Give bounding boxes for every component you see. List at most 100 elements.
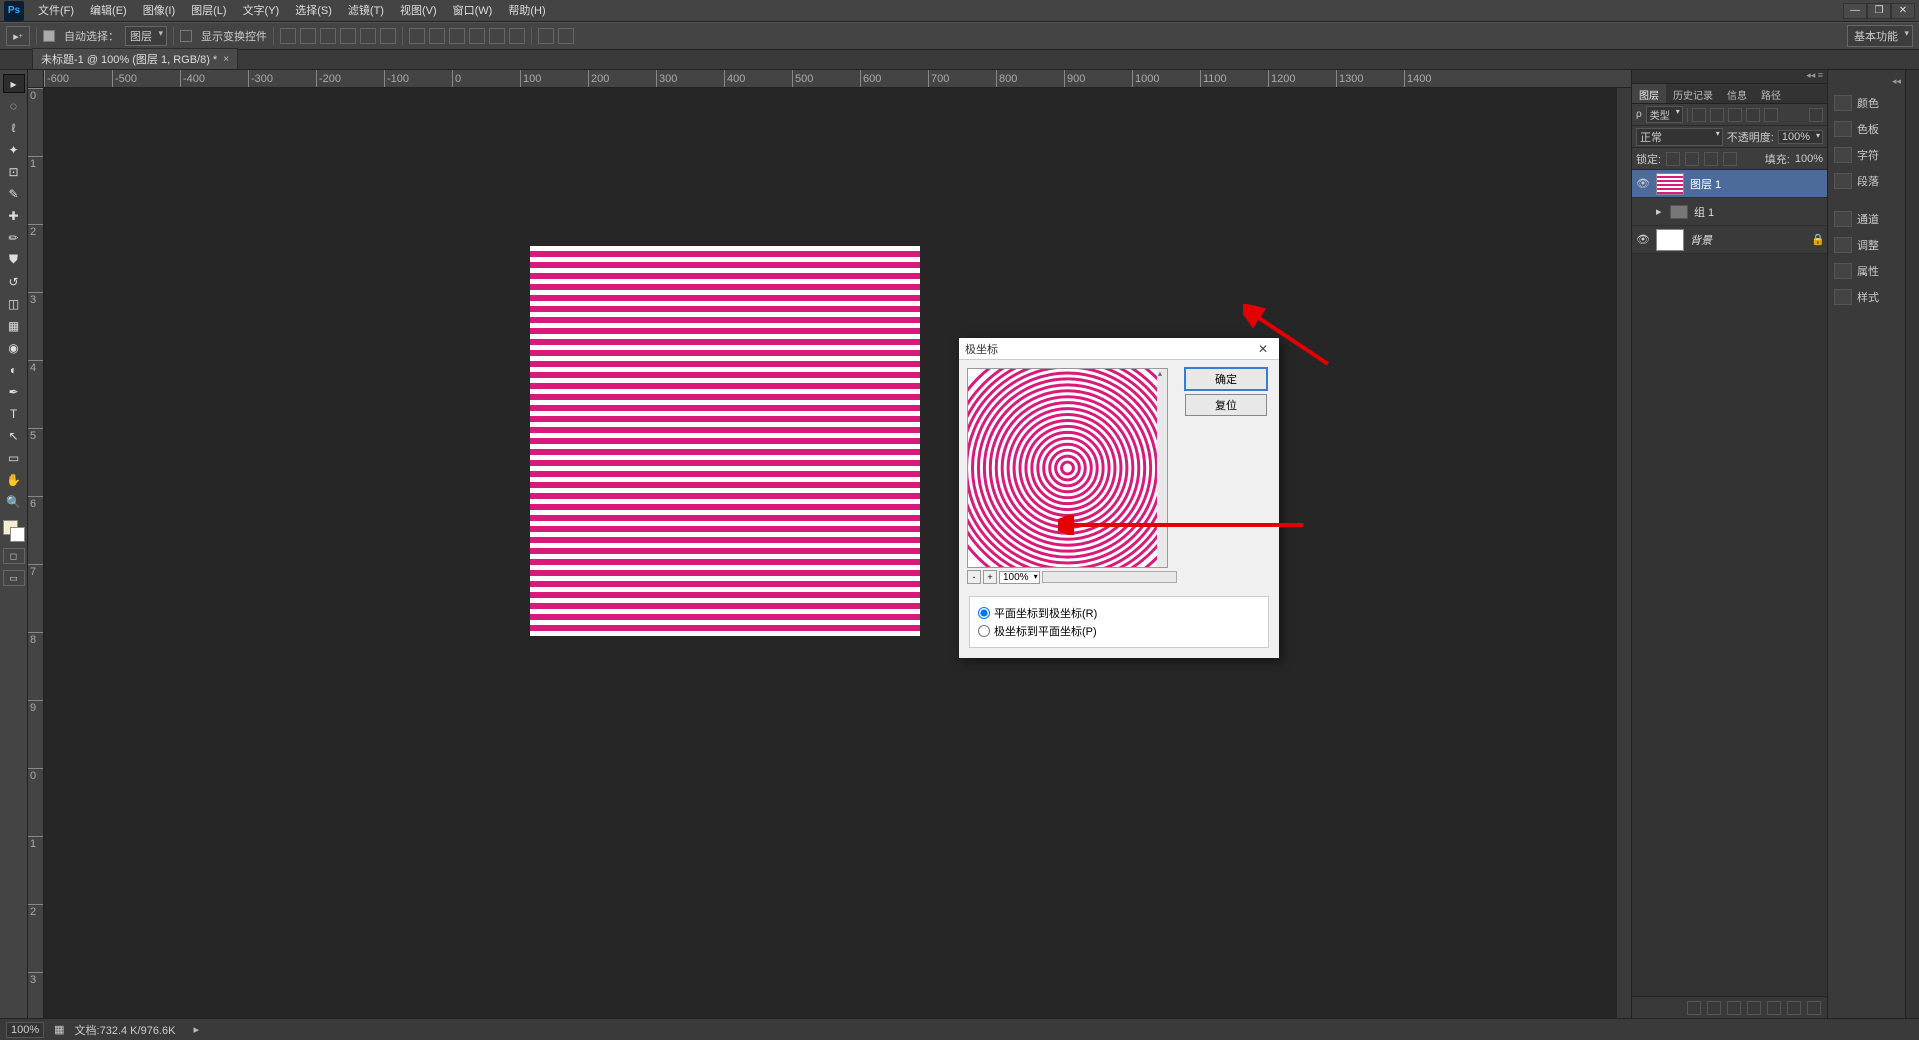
auto-select-combo[interactable]: 图层	[125, 26, 167, 46]
preview-zoom-value[interactable]: 100%	[999, 571, 1040, 584]
panel-collapse-row[interactable]: ◂◂ ≡	[1632, 70, 1827, 84]
status-flyout-icon[interactable]: ▸	[193, 1023, 199, 1036]
ruler-vertical[interactable]: 012345678901234	[28, 88, 44, 1018]
menu-layer[interactable]: 图层(L)	[183, 0, 234, 22]
auto-select-checkbox[interactable]	[43, 30, 58, 42]
3d-icon[interactable]	[538, 28, 554, 44]
zoom-in-icon[interactable]: +	[983, 570, 997, 584]
adjust-layer-icon[interactable]	[1747, 1001, 1761, 1015]
distribute-icon[interactable]	[489, 28, 505, 44]
preview-hscroll[interactable]	[1042, 571, 1177, 583]
panel-shortcut-character[interactable]: 字符	[1828, 145, 1905, 165]
filter-shape-icon[interactable]	[1746, 108, 1760, 122]
align-icon[interactable]	[380, 28, 396, 44]
lock-transparent-icon[interactable]	[1666, 152, 1680, 166]
layer-name[interactable]: 图层 1	[1690, 176, 1721, 192]
path-tool-icon[interactable]: ↖	[3, 426, 25, 445]
layer-row[interactable]: 👁 背景 🔒	[1632, 226, 1827, 254]
distribute-icon[interactable]	[509, 28, 525, 44]
new-layer-icon[interactable]	[1787, 1001, 1801, 1015]
panel-shortcut-properties[interactable]: 属性	[1828, 261, 1905, 281]
ok-button[interactable]: 确定	[1185, 368, 1267, 390]
tab-paths[interactable]: 路径	[1754, 84, 1788, 103]
filter-pixel-icon[interactable]	[1692, 108, 1706, 122]
link-icon[interactable]	[1687, 1001, 1701, 1015]
zoom-out-icon[interactable]: -	[967, 570, 981, 584]
opacity-value[interactable]: 100%	[1778, 130, 1823, 144]
tab-history[interactable]: 历史记录	[1666, 84, 1720, 103]
document-tab-close-icon[interactable]: ×	[223, 54, 229, 65]
show-transform-checkbox[interactable]	[180, 30, 195, 42]
filter-type-icon[interactable]	[1728, 108, 1742, 122]
screenmode-icon[interactable]: ▭	[3, 570, 25, 586]
blend-mode-combo[interactable]: 正常	[1636, 128, 1723, 146]
lock-pixels-icon[interactable]	[1685, 152, 1699, 166]
collapse-icon[interactable]: ◂◂ ≡	[1806, 70, 1823, 83]
filter-kind[interactable]: 类型	[1646, 106, 1683, 123]
preview-vscroll[interactable]	[1157, 369, 1167, 567]
layer-thumbnail[interactable]	[1656, 173, 1684, 195]
reset-button[interactable]: 复位	[1185, 394, 1267, 416]
eyedropper-tool-icon[interactable]: ✎	[3, 184, 25, 203]
distribute-icon[interactable]	[429, 28, 445, 44]
trash-icon[interactable]	[1807, 1001, 1821, 1015]
stamp-tool-icon[interactable]: ⛊	[3, 250, 25, 269]
gradient-tool-icon[interactable]: ▦	[3, 316, 25, 335]
crop-tool-icon[interactable]: ⊡	[3, 162, 25, 181]
blur-tool-icon[interactable]: ◉	[3, 338, 25, 357]
folder-disclosure-icon[interactable]: ▸	[1656, 205, 1664, 218]
zoom-tool-icon[interactable]: 🔍	[3, 492, 25, 511]
visibility-eye-icon[interactable]: 👁	[1636, 233, 1650, 247]
panel-shortcut-swatches[interactable]: 色板	[1828, 119, 1905, 139]
move-tool-icon[interactable]: ▸	[3, 74, 25, 93]
layer-name[interactable]: 组 1	[1694, 204, 1714, 220]
brush-tool-icon[interactable]: ✏	[3, 228, 25, 247]
status-zoom[interactable]: 100%	[6, 1022, 44, 1038]
align-icon[interactable]	[300, 28, 316, 44]
marquee-tool-icon[interactable]: ◌	[3, 96, 25, 115]
menu-image[interactable]: 图像(I)	[135, 0, 183, 22]
distribute-icon[interactable]	[469, 28, 485, 44]
background-color[interactable]	[10, 527, 25, 542]
layer-row[interactable]: ▸ 组 1	[1632, 198, 1827, 226]
distribute-icon[interactable]	[409, 28, 425, 44]
minimize-button[interactable]: —	[1843, 3, 1867, 19]
menu-help[interactable]: 帮助(H)	[500, 0, 553, 22]
strip-collapse-icon[interactable]: ◂◂	[1892, 76, 1905, 87]
lasso-tool-icon[interactable]: ℓ	[3, 118, 25, 137]
filter-toggle-icon[interactable]	[1809, 108, 1823, 122]
wand-tool-icon[interactable]: ✦	[3, 140, 25, 159]
menu-select[interactable]: 选择(S)	[287, 0, 340, 22]
radio-rect-to-polar[interactable]: 平面坐标到极坐标(R)	[978, 605, 1260, 621]
color-swatches[interactable]	[3, 520, 25, 542]
menu-filter[interactable]: 滤镜(T)	[340, 0, 392, 22]
tab-info[interactable]: 信息	[1720, 84, 1754, 103]
panel-shortcut-color[interactable]: 颜色	[1828, 93, 1905, 113]
dialog-titlebar[interactable]: 极坐标 ✕	[959, 338, 1279, 360]
radio-input[interactable]	[978, 607, 990, 619]
panel-shortcut-styles[interactable]: 样式	[1828, 287, 1905, 307]
quickmask-icon[interactable]: ◻	[3, 548, 25, 564]
layer-thumbnail[interactable]	[1656, 229, 1684, 251]
current-tool-icon[interactable]: ▸+	[6, 26, 30, 46]
fill-value[interactable]: 100%	[1795, 153, 1823, 165]
layer-row[interactable]: 👁 图层 1	[1632, 170, 1827, 198]
status-docinfo[interactable]: 文档:732.4 K/976.6K	[75, 1022, 176, 1038]
preview-canvas[interactable]	[967, 368, 1168, 568]
shape-tool-icon[interactable]: ▭	[3, 448, 25, 467]
ruler-horizontal[interactable]: -600-500-400-300-200-1000100200300400500…	[44, 70, 1631, 88]
align-icon[interactable]	[340, 28, 356, 44]
radio-polar-to-rect[interactable]: 极坐标到平面坐标(P)	[978, 623, 1260, 639]
tab-layers[interactable]: 图层	[1632, 84, 1666, 103]
align-icon[interactable]	[360, 28, 376, 44]
panel-shortcut-adjustments[interactable]: 调整	[1828, 235, 1905, 255]
heal-tool-icon[interactable]: ✚	[3, 206, 25, 225]
document-canvas[interactable]	[530, 246, 920, 636]
menu-type[interactable]: 文字(Y)	[235, 0, 288, 22]
close-button[interactable]: ✕	[1891, 3, 1915, 19]
type-tool-icon[interactable]: T	[3, 404, 25, 423]
radio-input[interactable]	[978, 625, 990, 637]
3d-icon[interactable]	[558, 28, 574, 44]
align-icon[interactable]	[280, 28, 296, 44]
panel-shortcut-channels[interactable]: 通道	[1828, 209, 1905, 229]
